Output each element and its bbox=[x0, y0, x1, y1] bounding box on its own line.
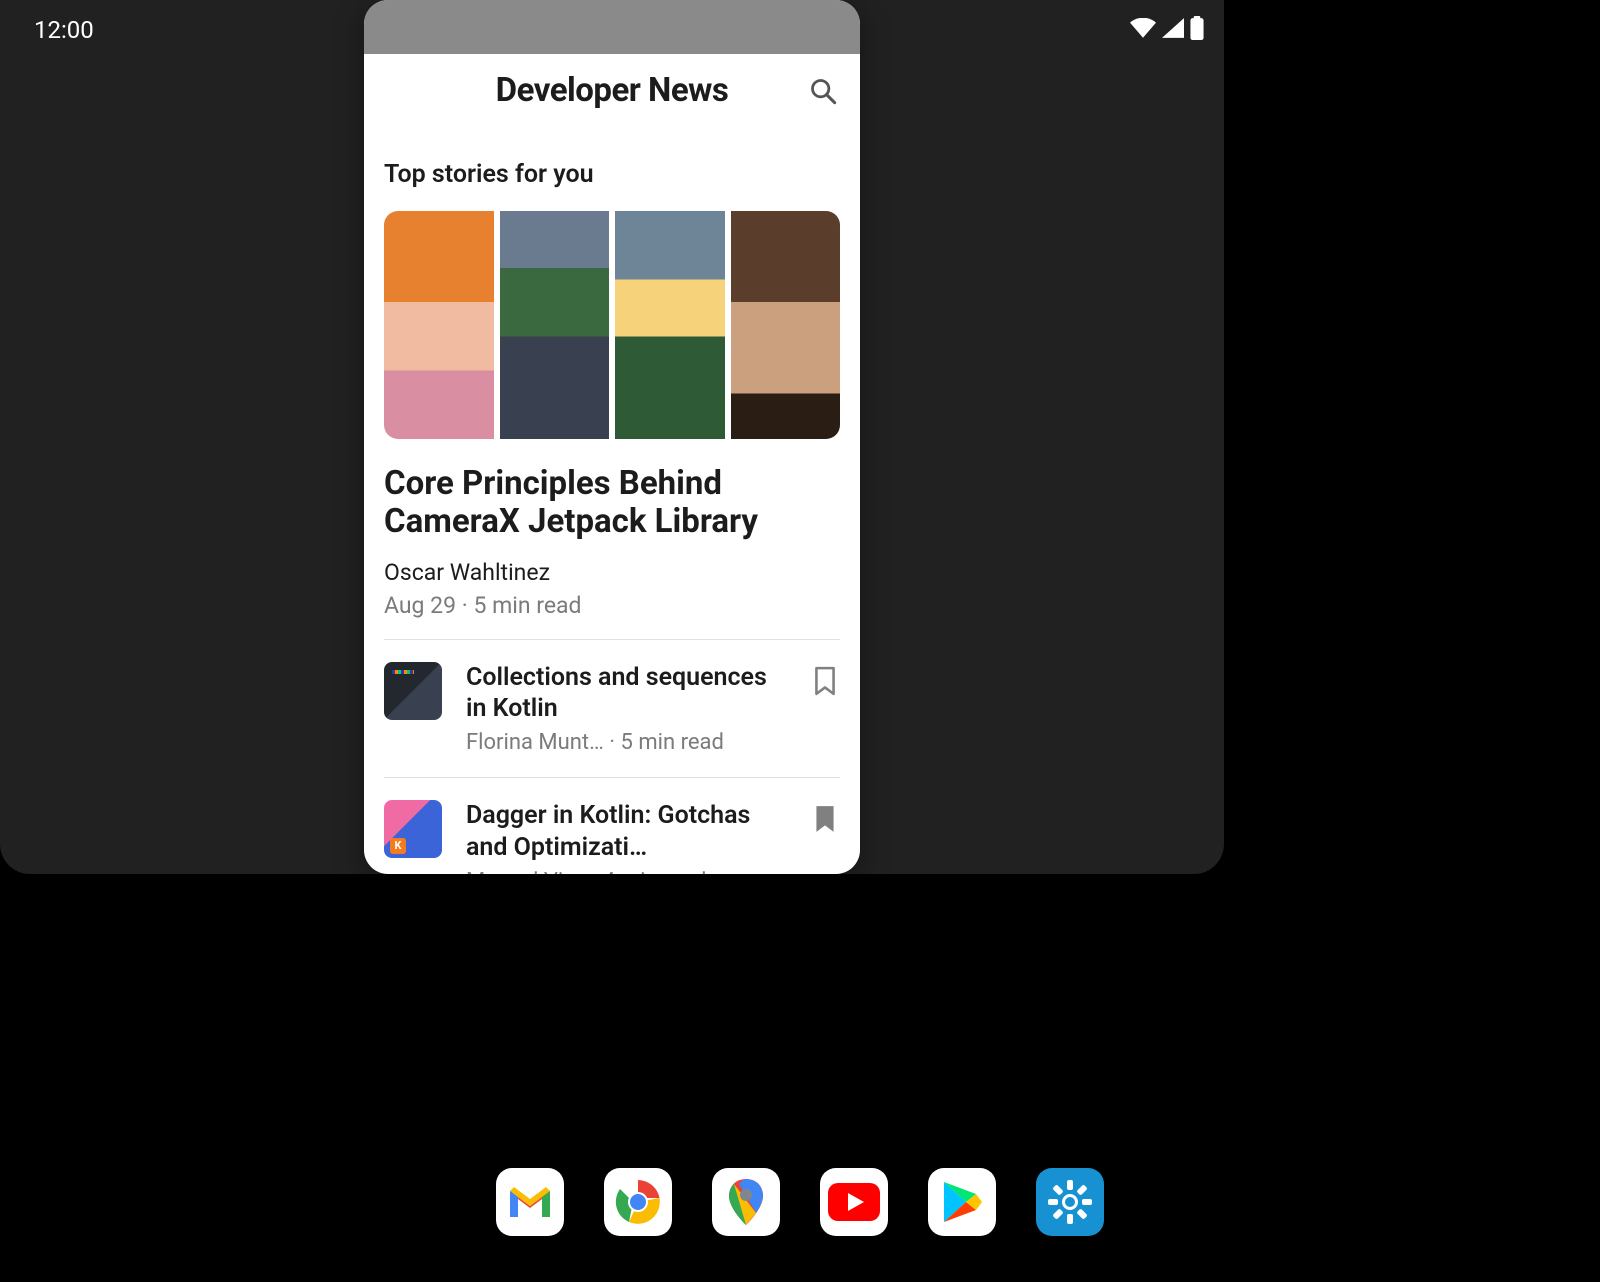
battery-icon bbox=[1190, 16, 1204, 44]
hero-title: Core Principles Behind CameraX Jetpack L… bbox=[384, 465, 840, 541]
dock-app-play-store[interactable] bbox=[928, 1168, 996, 1236]
story-item[interactable]: Collections and sequences in Kotlin Flor… bbox=[384, 640, 840, 779]
bookmark-filled-icon bbox=[812, 804, 838, 834]
cell-signal-icon bbox=[1162, 18, 1184, 42]
hero-image-1 bbox=[384, 211, 494, 439]
hero-meta: Aug 29 · 5 min read bbox=[384, 592, 840, 619]
hero-image-3 bbox=[615, 211, 725, 439]
app-card-drag-handle[interactable] bbox=[364, 0, 860, 54]
wifi-icon bbox=[1130, 18, 1156, 42]
hero-image-row bbox=[384, 211, 840, 439]
dock-app-settings[interactable] bbox=[1036, 1168, 1104, 1236]
bookmark-button[interactable] bbox=[812, 804, 840, 832]
dock-app-youtube[interactable] bbox=[820, 1168, 888, 1236]
hero-story[interactable]: Core Principles Behind CameraX Jetpack L… bbox=[384, 211, 840, 619]
dock-app-maps[interactable] bbox=[712, 1168, 780, 1236]
background-black bbox=[1224, 0, 1600, 1282]
app-header: Developer News bbox=[364, 54, 860, 126]
hero-image-2 bbox=[500, 211, 610, 439]
story-title: Collections and sequences in Kotlin bbox=[466, 662, 788, 725]
app-body: Top stories for you Core Principles Behi… bbox=[364, 160, 860, 874]
chrome-icon bbox=[615, 1179, 661, 1225]
section-title: Top stories for you bbox=[384, 160, 840, 189]
status-icons bbox=[1130, 16, 1584, 44]
bookmark-outline-icon bbox=[812, 666, 838, 696]
dock bbox=[0, 1122, 1600, 1282]
search-icon bbox=[809, 77, 837, 105]
app-title: Developer News bbox=[496, 71, 729, 110]
story-thumbnail bbox=[384, 800, 442, 858]
search-button[interactable] bbox=[808, 76, 838, 106]
youtube-icon bbox=[828, 1183, 880, 1221]
status-time: 12:00 bbox=[34, 16, 94, 44]
story-meta: Manuel Vivo · 4 min read bbox=[466, 869, 788, 874]
play-store-icon bbox=[942, 1180, 982, 1224]
maps-pin-icon bbox=[729, 1179, 763, 1225]
hero-author: Oscar Wahltinez bbox=[384, 559, 840, 586]
story-item[interactable]: Dagger in Kotlin: Gotchas and Optimizati… bbox=[384, 778, 840, 874]
dock-app-gmail[interactable] bbox=[496, 1168, 564, 1236]
bookmark-button[interactable] bbox=[812, 666, 840, 694]
hero-image-4 bbox=[731, 211, 841, 439]
story-thumbnail bbox=[384, 662, 442, 720]
story-title: Dagger in Kotlin: Gotchas and Optimizati… bbox=[466, 800, 788, 863]
gear-icon bbox=[1048, 1180, 1092, 1224]
recents-app-card[interactable]: Developer News Top stories for you Core … bbox=[364, 0, 860, 874]
dock-app-chrome[interactable] bbox=[604, 1168, 672, 1236]
story-meta: Florina Munt… · 5 min read bbox=[466, 730, 788, 755]
gmail-icon bbox=[508, 1185, 552, 1219]
